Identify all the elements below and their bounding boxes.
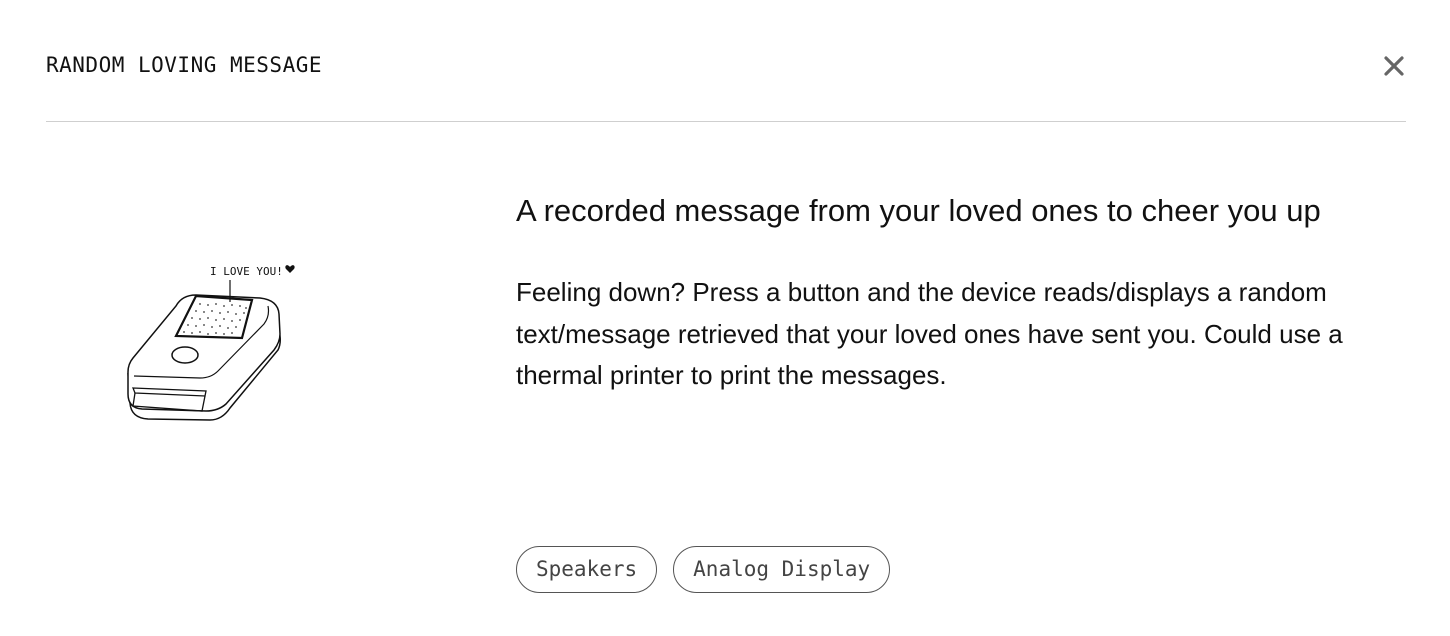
tag-list: Speakers Analog Display — [516, 546, 891, 593]
close-icon[interactable] — [1382, 54, 1406, 78]
tag-analog-display[interactable]: Analog Display — [673, 546, 891, 593]
project-headline: A recorded message from your loved ones … — [516, 193, 1321, 228]
tag-speakers[interactable]: Speakers — [516, 546, 658, 593]
project-description: Feeling down? Press a button and the dev… — [516, 277, 1343, 390]
project-content: A recorded message from your loved ones … — [516, 190, 1416, 397]
modal-title: RANDOM LOVING MESSAGE — [46, 53, 323, 77]
speech-text: I LOVE YOU! — [210, 265, 283, 278]
device-illustration: I LOVE YOU! — [118, 258, 303, 428]
modal-header: RANDOM LOVING MESSAGE — [46, 0, 1406, 122]
heart-icon — [285, 265, 295, 273]
